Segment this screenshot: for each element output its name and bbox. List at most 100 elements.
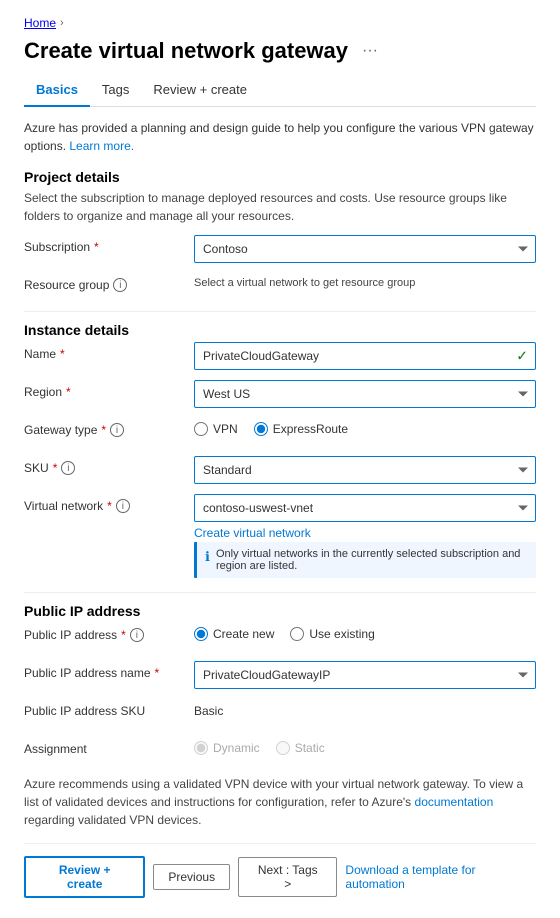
resource-group-row: Resource group i Select a virtual networ… <box>24 273 536 301</box>
gateway-type-info-icon[interactable]: i <box>110 423 124 437</box>
vnet-control: contoso-uswest-vnet Create virtual netwo… <box>194 494 536 582</box>
tab-tags[interactable]: Tags <box>90 76 141 107</box>
gateway-expressroute-label: ExpressRoute <box>273 422 348 436</box>
name-input[interactable] <box>194 342 536 370</box>
subscription-required: * <box>94 240 99 254</box>
assignment-row: Assignment Dynamic Static <box>24 737 536 765</box>
use-existing-radio[interactable] <box>290 627 304 641</box>
page-title: Create virtual network gateway <box>24 38 348 64</box>
download-template-link[interactable]: Download a template for automation <box>345 858 536 896</box>
gateway-expressroute-radio[interactable] <box>254 422 268 436</box>
warning-doc-link[interactable]: documentation <box>415 795 494 809</box>
region-row: Region * West US <box>24 380 536 408</box>
subscription-row: Subscription * Contoso <box>24 235 536 263</box>
region-select[interactable]: West US <box>194 380 536 408</box>
resource-group-help: Select a virtual network to get resource… <box>194 273 536 289</box>
region-control: West US <box>194 380 536 408</box>
use-existing-option[interactable]: Use existing <box>290 627 374 641</box>
gateway-type-row: Gateway type * i VPN ExpressRoute <box>24 418 536 446</box>
region-label: Region * <box>24 380 194 399</box>
breadcrumb-separator: › <box>60 17 64 29</box>
gateway-type-radio-group: VPN ExpressRoute <box>194 418 536 436</box>
sku-select[interactable]: Standard <box>194 456 536 484</box>
previous-button[interactable]: Previous <box>153 864 230 890</box>
vnet-row: Virtual network * i contoso-uswest-vnet … <box>24 494 536 582</box>
create-vnet-link[interactable]: Create virtual network <box>194 526 311 540</box>
assignment-control: Dynamic Static <box>194 737 536 755</box>
vnet-select[interactable]: contoso-uswest-vnet <box>194 494 536 522</box>
use-existing-label: Use existing <box>309 627 374 641</box>
sku-dropdown-wrapper: Standard <box>194 456 536 484</box>
dynamic-radio <box>194 741 208 755</box>
region-required: * <box>66 385 71 399</box>
gateway-type-required: * <box>101 423 106 437</box>
name-row: Name * ✓ <box>24 342 536 370</box>
public-ip-title: Public IP address <box>24 603 536 619</box>
gateway-vpn-option[interactable]: VPN <box>194 422 238 436</box>
public-ip-sku-control: Basic <box>194 699 536 718</box>
subscription-select[interactable]: Contoso <box>194 235 536 263</box>
public-ip-label: Public IP address * i <box>24 623 194 642</box>
sku-info-icon[interactable]: i <box>61 461 75 475</box>
public-ip-sku-row: Public IP address SKU Basic <box>24 699 536 727</box>
name-required: * <box>60 347 65 361</box>
public-ip-name-dropdown-wrapper: PrivateCloudGatewayIP <box>194 661 536 689</box>
public-ip-row: Public IP address * i Create new Use exi… <box>24 623 536 651</box>
info-bar: Azure has provided a planning and design… <box>24 119 536 155</box>
public-ip-name-select[interactable]: PrivateCloudGatewayIP <box>194 661 536 689</box>
public-ip-sku-label: Public IP address SKU <box>24 699 194 718</box>
public-ip-sku-value: Basic <box>194 699 536 718</box>
vnet-dropdown-wrapper: contoso-uswest-vnet <box>194 494 536 522</box>
section-divider-1 <box>24 311 536 312</box>
vnet-info-note-text: Only virtual networks in the currently s… <box>216 548 528 572</box>
breadcrumb-home[interactable]: Home <box>24 16 56 30</box>
region-dropdown-wrapper: West US <box>194 380 536 408</box>
subscription-dropdown-wrapper: Contoso <box>194 235 536 263</box>
vnet-required: * <box>107 499 112 513</box>
public-ip-name-required: * <box>155 666 160 680</box>
name-label: Name * <box>24 342 194 361</box>
project-details-title: Project details <box>24 169 536 185</box>
learn-more-link[interactable]: Learn more. <box>69 139 134 153</box>
create-new-radio[interactable] <box>194 627 208 641</box>
assignment-label: Assignment <box>24 737 194 756</box>
tab-basics[interactable]: Basics <box>24 76 90 107</box>
gateway-vpn-label: VPN <box>213 422 238 436</box>
gateway-type-label: Gateway type * i <box>24 418 194 437</box>
sku-control: Standard <box>194 456 536 484</box>
vnet-info-icon[interactable]: i <box>116 499 130 513</box>
vnet-label: Virtual network * i <box>24 494 194 513</box>
public-ip-name-row: Public IP address name * PrivateCloudGat… <box>24 661 536 689</box>
subscription-control: Contoso <box>194 235 536 263</box>
next-button[interactable]: Next : Tags > <box>238 857 337 897</box>
create-new-option[interactable]: Create new <box>194 627 274 641</box>
gateway-expressroute-option[interactable]: ExpressRoute <box>254 422 348 436</box>
public-ip-control: Create new Use existing <box>194 623 536 641</box>
vnet-info-note: ℹ Only virtual networks in the currently… <box>194 542 536 578</box>
resource-group-label: Resource group i <box>24 273 194 292</box>
public-ip-name-control: PrivateCloudGatewayIP <box>194 661 536 689</box>
name-input-wrapper: ✓ <box>194 342 536 370</box>
public-ip-required: * <box>121 628 126 642</box>
public-ip-info-icon[interactable]: i <box>130 628 144 642</box>
name-check-icon: ✓ <box>516 348 528 365</box>
ellipsis-button[interactable]: ··· <box>356 40 384 62</box>
dynamic-option: Dynamic <box>194 741 260 755</box>
tab-review[interactable]: Review + create <box>141 76 259 107</box>
gateway-type-control: VPN ExpressRoute <box>194 418 536 436</box>
page-title-row: Create virtual network gateway ··· <box>24 38 536 64</box>
name-control: ✓ <box>194 342 536 370</box>
subscription-label: Subscription * <box>24 235 194 254</box>
resource-group-info-icon[interactable]: i <box>113 278 127 292</box>
static-radio <box>276 741 290 755</box>
instance-details-title: Instance details <box>24 322 536 338</box>
sku-label: SKU * i <box>24 456 194 475</box>
review-create-button[interactable]: Review + create <box>24 856 145 898</box>
footer: Review + create Previous Next : Tags > D… <box>24 843 536 898</box>
public-ip-radio-group: Create new Use existing <box>194 623 536 641</box>
static-option: Static <box>276 741 325 755</box>
warning-text: Azure recommends using a validated VPN d… <box>24 775 536 829</box>
gateway-vpn-radio[interactable] <box>194 422 208 436</box>
warning-text-end: regarding validated VPN devices. <box>24 813 201 827</box>
section-divider-2 <box>24 592 536 593</box>
